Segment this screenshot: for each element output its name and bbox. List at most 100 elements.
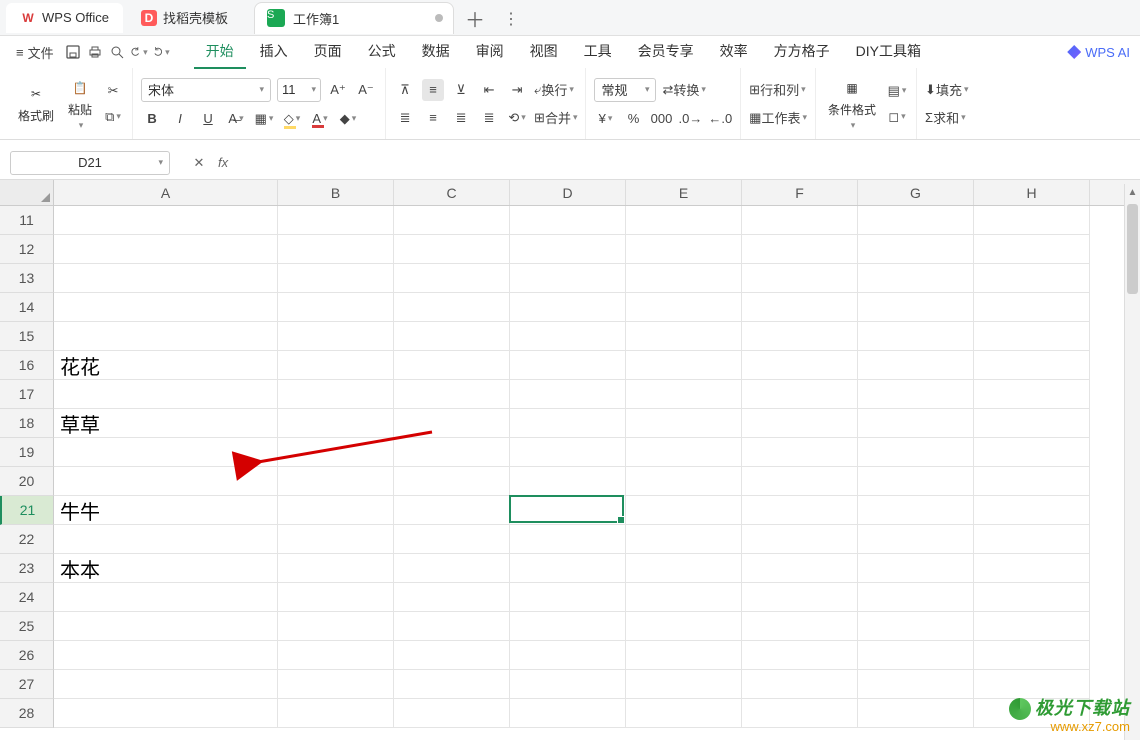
- cut-button[interactable]: ✂: [102, 80, 124, 102]
- cell-A21[interactable]: 牛牛: [54, 496, 278, 525]
- cell-G27[interactable]: [858, 670, 974, 699]
- row-header-24[interactable]: 24: [0, 583, 54, 612]
- cell-E18[interactable]: [626, 409, 742, 438]
- formula-input[interactable]: [238, 151, 1140, 175]
- cell-B21[interactable]: [278, 496, 394, 525]
- cell-F14[interactable]: [742, 293, 858, 322]
- align-middle-button[interactable]: ≡: [422, 79, 444, 101]
- cell-H17[interactable]: [974, 380, 1090, 409]
- orientation-button[interactable]: ⟲: [506, 107, 528, 129]
- cell-C20[interactable]: [394, 467, 510, 496]
- row-header-27[interactable]: 27: [0, 670, 54, 699]
- row-header-17[interactable]: 17: [0, 380, 54, 409]
- app-tab-wps[interactable]: W WPS Office: [6, 3, 123, 33]
- font-size-select[interactable]: 11▾: [277, 78, 321, 102]
- cell-E28[interactable]: [626, 699, 742, 728]
- cell-D28[interactable]: [510, 699, 626, 728]
- cell-F26[interactable]: [742, 641, 858, 670]
- cell-H15[interactable]: [974, 322, 1090, 351]
- indent-dec-button[interactable]: ⇤: [478, 79, 500, 101]
- cell-D14[interactable]: [510, 293, 626, 322]
- underline-button[interactable]: U: [197, 108, 219, 130]
- cell-C21[interactable]: [394, 496, 510, 525]
- cell-A19[interactable]: [54, 438, 278, 467]
- copy-button[interactable]: ⧉: [102, 106, 124, 128]
- col-header-E[interactable]: E: [626, 180, 742, 205]
- cell-B24[interactable]: [278, 583, 394, 612]
- cell-E16[interactable]: [626, 351, 742, 380]
- cell-E13[interactable]: [626, 264, 742, 293]
- cell-E12[interactable]: [626, 235, 742, 264]
- cell-B28[interactable]: [278, 699, 394, 728]
- cell-E17[interactable]: [626, 380, 742, 409]
- cell-C14[interactable]: [394, 293, 510, 322]
- currency-button[interactable]: ¥: [594, 108, 616, 130]
- cell-F20[interactable]: [742, 467, 858, 496]
- row-header-25[interactable]: 25: [0, 612, 54, 641]
- cell-F11[interactable]: [742, 206, 858, 235]
- cell-A28[interactable]: [54, 699, 278, 728]
- cell-A18[interactable]: 草草: [54, 409, 278, 438]
- cell-style-button[interactable]: ◻: [886, 106, 908, 128]
- cell-G22[interactable]: [858, 525, 974, 554]
- cell-A27[interactable]: [54, 670, 278, 699]
- cell-H22[interactable]: [974, 525, 1090, 554]
- row-header-13[interactable]: 13: [0, 264, 54, 293]
- col-header-B[interactable]: B: [278, 180, 394, 205]
- cell-E11[interactable]: [626, 206, 742, 235]
- row-header-19[interactable]: 19: [0, 438, 54, 467]
- cell-E15[interactable]: [626, 322, 742, 351]
- tab-start[interactable]: 开始: [194, 35, 246, 69]
- row-header-16[interactable]: 16: [0, 351, 54, 380]
- cell-C25[interactable]: [394, 612, 510, 641]
- cell-D11[interactable]: [510, 206, 626, 235]
- cell-F17[interactable]: [742, 380, 858, 409]
- undo-button[interactable]: [130, 43, 148, 61]
- cell-B19[interactable]: [278, 438, 394, 467]
- cell-E23[interactable]: [626, 554, 742, 583]
- vertical-scrollbar[interactable]: ▲: [1124, 184, 1140, 740]
- cell-F13[interactable]: [742, 264, 858, 293]
- convert-button[interactable]: ⇄ 转换: [662, 79, 705, 101]
- dec-dec-button[interactable]: ←.0: [708, 108, 732, 130]
- cell-B15[interactable]: [278, 322, 394, 351]
- new-tab-button[interactable]: ＋: [460, 4, 490, 34]
- cell-H14[interactable]: [974, 293, 1090, 322]
- cell-A23[interactable]: 本本: [54, 554, 278, 583]
- wrap-button[interactable]: ⤶ 换行: [534, 79, 574, 101]
- cell-F23[interactable]: [742, 554, 858, 583]
- cell-H16[interactable]: [974, 351, 1090, 380]
- dec-inc-button[interactable]: .0→: [678, 108, 702, 130]
- cell-D24[interactable]: [510, 583, 626, 612]
- cell-F22[interactable]: [742, 525, 858, 554]
- cell-H19[interactable]: [974, 438, 1090, 467]
- strike-button[interactable]: A̶: [225, 108, 247, 130]
- cell-A16[interactable]: 花花: [54, 351, 278, 380]
- cell-F18[interactable]: [742, 409, 858, 438]
- cell-C11[interactable]: [394, 206, 510, 235]
- cell-C22[interactable]: [394, 525, 510, 554]
- cell-E25[interactable]: [626, 612, 742, 641]
- align-left-button[interactable]: ≣: [394, 107, 416, 129]
- cell-F21[interactable]: [742, 496, 858, 525]
- wps-ai-button[interactable]: WPS AI: [1067, 45, 1130, 60]
- cell-B27[interactable]: [278, 670, 394, 699]
- shrink-font-button[interactable]: A⁻: [355, 79, 377, 101]
- cell-B12[interactable]: [278, 235, 394, 264]
- sum-button[interactable]: Σ 求和: [925, 107, 966, 129]
- tab-view[interactable]: 视图: [518, 35, 570, 69]
- cell-H21[interactable]: [974, 496, 1090, 525]
- cell-C27[interactable]: [394, 670, 510, 699]
- row-header-20[interactable]: 20: [0, 467, 54, 496]
- cell-G16[interactable]: [858, 351, 974, 380]
- cell-B11[interactable]: [278, 206, 394, 235]
- cell-H27[interactable]: [974, 670, 1090, 699]
- save-icon[interactable]: [64, 43, 82, 61]
- cell-B26[interactable]: [278, 641, 394, 670]
- cell-G24[interactable]: [858, 583, 974, 612]
- cell-B23[interactable]: [278, 554, 394, 583]
- tab-review[interactable]: 审阅: [464, 35, 516, 69]
- cell-E20[interactable]: [626, 467, 742, 496]
- thousand-button[interactable]: 000: [650, 108, 672, 130]
- cell-A26[interactable]: [54, 641, 278, 670]
